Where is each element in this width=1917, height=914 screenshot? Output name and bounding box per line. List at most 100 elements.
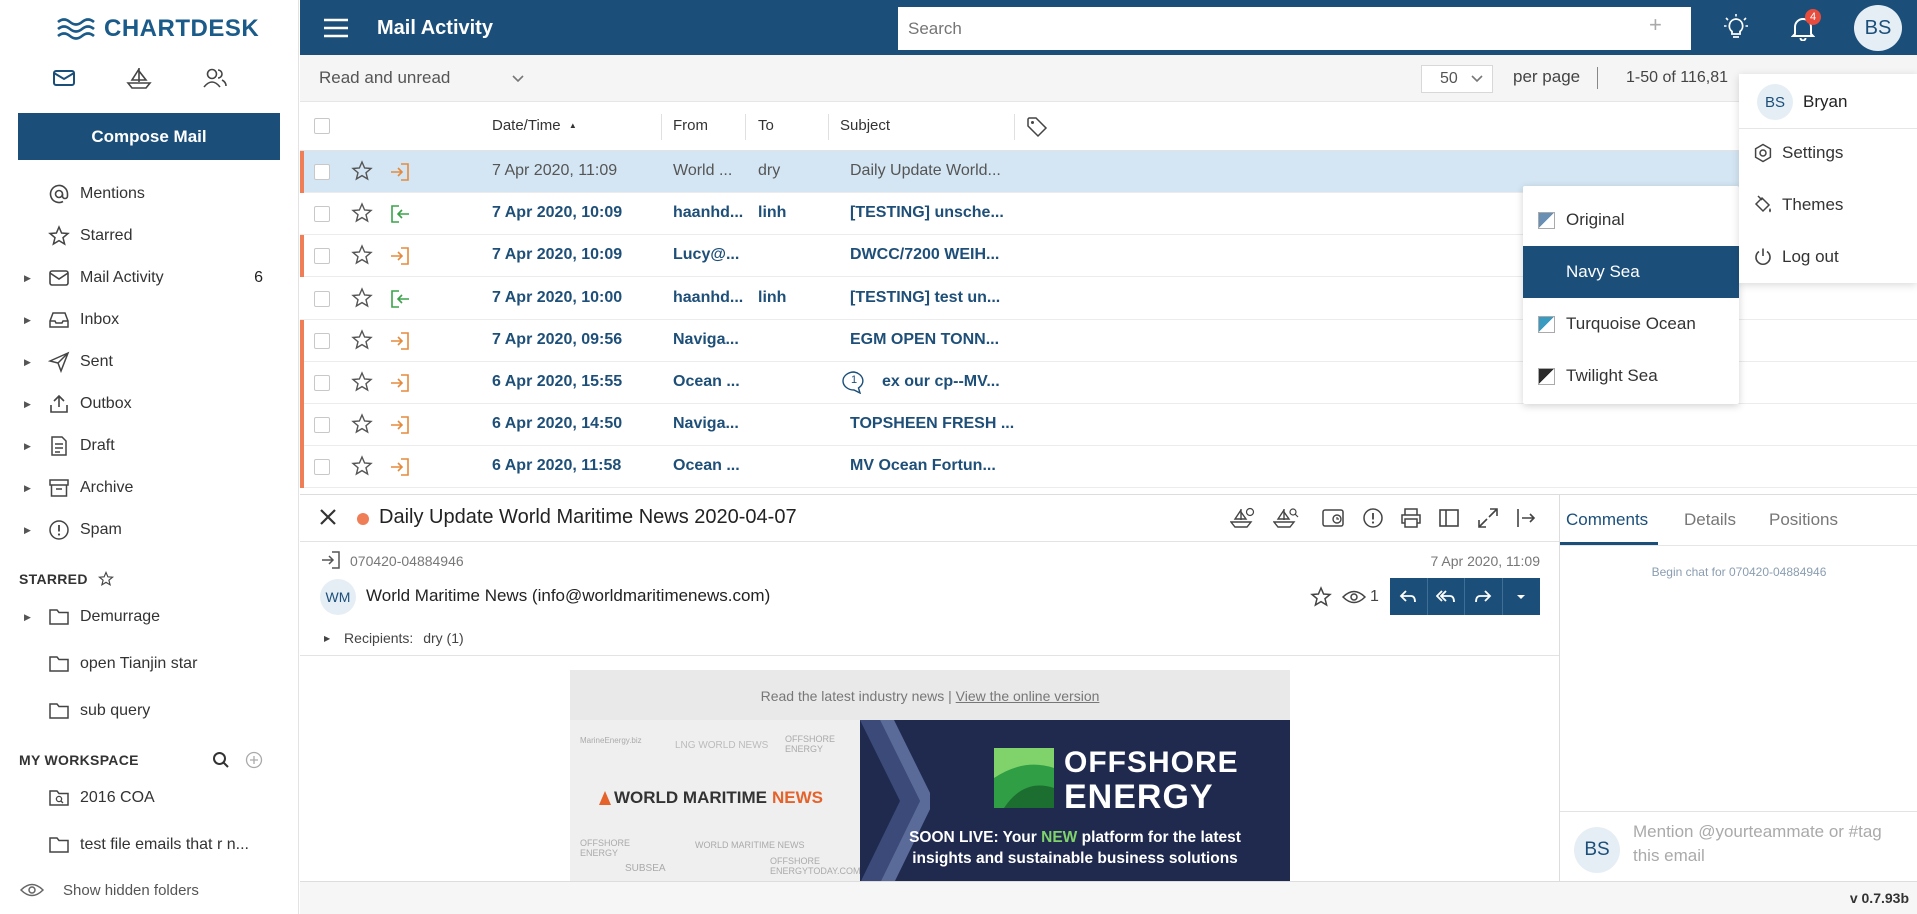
star-icon[interactable] [1310,586,1332,608]
row-checkbox[interactable] [314,206,330,223]
ship-module-icon[interactable] [126,66,152,90]
sidebar-item-draft[interactable]: ▶ Draft [0,426,299,466]
menu-item-themes[interactable]: Themes [1739,185,1917,225]
row-checkbox[interactable] [314,290,330,307]
online-version-link[interactable]: View the online version [956,688,1100,704]
hamburger-menu-icon[interactable] [323,17,349,39]
column-divider[interactable] [745,114,746,140]
reply-all-button[interactable] [1428,578,1465,615]
sidebar-item-starred[interactable]: Starred [0,216,299,256]
star-icon[interactable] [351,413,373,435]
row-checkbox[interactable] [314,248,330,265]
star-icon[interactable] [351,202,373,224]
tab-details[interactable]: Details [1684,510,1736,530]
mail-module-icon[interactable] [52,66,76,90]
print-icon[interactable] [1400,507,1422,529]
star-icon[interactable] [351,371,373,393]
column-divider[interactable] [661,114,662,140]
star-icon[interactable] [351,286,373,309]
caret-right-icon[interactable]: ▶ [24,483,31,494]
select-all-checkbox[interactable] [314,118,330,134]
caret-right-icon[interactable]: ▶ [24,441,31,452]
caret-right-icon[interactable]: ▶ [24,399,31,410]
caret-right-icon[interactable]: ▶ [24,357,31,368]
column-date-header[interactable]: Date/Time ▲ [492,117,577,134]
offshore-energy-ad[interactable]: OFFSHORE ENERGY SOON LIVE: Your NEW plat… [860,720,1290,883]
menu-item-logout[interactable]: Log out [1739,237,1917,277]
theme-option-turquoise-ocean[interactable]: Turquoise Ocean [1523,298,1739,350]
menu-item-label: Themes [1782,195,1844,214]
theme-option-navy-sea[interactable]: Navy Sea [1523,246,1739,298]
show-hidden-folders[interactable]: Show hidden folders [0,870,299,910]
row-checkbox[interactable] [314,164,330,180]
sidebar-item-inbox[interactable]: ▶ Inbox [0,300,299,340]
row-checkbox[interactable] [314,332,330,349]
menu-item-settings[interactable]: Settings [1739,133,1917,173]
star-icon[interactable] [97,571,114,587]
contacts-module-icon[interactable] [202,66,228,90]
comment-bubble-icon[interactable]: 1 [840,370,868,394]
close-icon[interactable] [317,506,339,528]
ship-search-icon[interactable] [1273,507,1299,529]
more-actions-button[interactable] [1503,578,1540,615]
star-icon[interactable] [351,455,373,477]
row-checkbox[interactable] [314,459,330,476]
caret-right-icon[interactable]: ▶ [24,315,31,326]
ship-position-icon[interactable] [1230,507,1256,529]
table-row[interactable]: 6 Apr 2020, 11:58 Ocean ... MV Ocean Fortu… [300,446,1917,489]
waves-logo-icon [57,18,95,40]
recipients-row[interactable]: ▶ Recipients: dry (1) [324,630,464,646]
row-checkbox[interactable] [314,417,330,434]
star-icon[interactable] [351,329,373,351]
caret-right-icon[interactable]: ▶ [24,612,31,623]
comment-input[interactable]: Mention @yourteammate or #tag this email [1633,820,1908,868]
tab-positions[interactable]: Positions [1769,510,1838,530]
column-to-header[interactable]: To [758,117,774,134]
star-icon[interactable] [351,160,373,182]
wmn-brand-world: WORLD MARITIME [614,788,767,807]
lightbulb-icon[interactable] [1723,13,1749,41]
tab-comments[interactable]: Comments [1566,510,1648,530]
tag-icon[interactable] [1026,116,1048,138]
search-icon[interactable] [212,751,230,769]
app-logo[interactable]: CHARTDESK [56,14,259,44]
row-checkbox[interactable] [314,375,330,391]
search-add-icon[interactable]: + [1649,12,1662,38]
detach-icon[interactable] [1515,507,1537,529]
search-input[interactable] [898,7,1691,50]
sidebar-item-sent[interactable]: ▶ Sent [0,342,299,382]
sidebar-item-mentions[interactable]: Mentions [0,174,299,214]
sidebar-item-archive[interactable]: ▶ Archive [0,468,299,508]
starred-folder-sub-query[interactable]: sub query [0,691,299,731]
workspace-folder-test-file[interactable]: test file emails that r n... [0,825,299,865]
column-divider[interactable] [828,114,829,140]
sidebar-item-spam[interactable]: ▶ Spam [0,510,299,550]
theme-option-twilight-sea[interactable]: Twilight Sea [1523,350,1739,402]
column-divider[interactable] [1014,114,1015,140]
add-circle-icon[interactable] [245,751,263,769]
table-row[interactable]: 6 Apr 2020, 14:50 Naviga... TOPSHEEN FRESH… [300,404,1917,447]
star-icon[interactable] [351,244,373,266]
report-icon[interactable] [1362,507,1384,529]
theme-option-original[interactable]: Original [1523,194,1739,246]
column-subject-header[interactable]: Subject [840,117,890,134]
starred-folder-open-tianjin[interactable]: open Tianjin star [0,644,299,684]
compose-mail-button[interactable]: Compose Mail [18,113,280,160]
column-from-header[interactable]: From [673,117,708,134]
starred-folder-demurrage[interactable]: ▶ Demurrage [0,597,299,637]
read-filter-dropdown[interactable]: Read and unread [319,68,524,88]
calendar-clock-icon[interactable] [1322,507,1346,529]
sidebar-item-mail-activity[interactable]: ▶ Mail Activity 6 [0,258,299,298]
alert-icon [48,519,70,541]
caret-right-icon[interactable]: ▶ [24,273,31,284]
caret-right-icon[interactable]: ▶ [24,525,31,536]
per-page-select[interactable]: 50 [1421,65,1493,93]
workspace-folder-2016-coa[interactable]: 2016 COA [0,778,299,818]
user-avatar[interactable]: BS [1854,5,1902,51]
sidebar-item-outbox[interactable]: ▶ Outbox [0,384,299,424]
expand-icon[interactable] [1477,507,1499,529]
small-logo: SUBSEA [625,863,666,874]
forward-button[interactable] [1465,578,1503,615]
reply-button[interactable] [1390,578,1428,615]
split-view-icon[interactable] [1438,507,1460,529]
